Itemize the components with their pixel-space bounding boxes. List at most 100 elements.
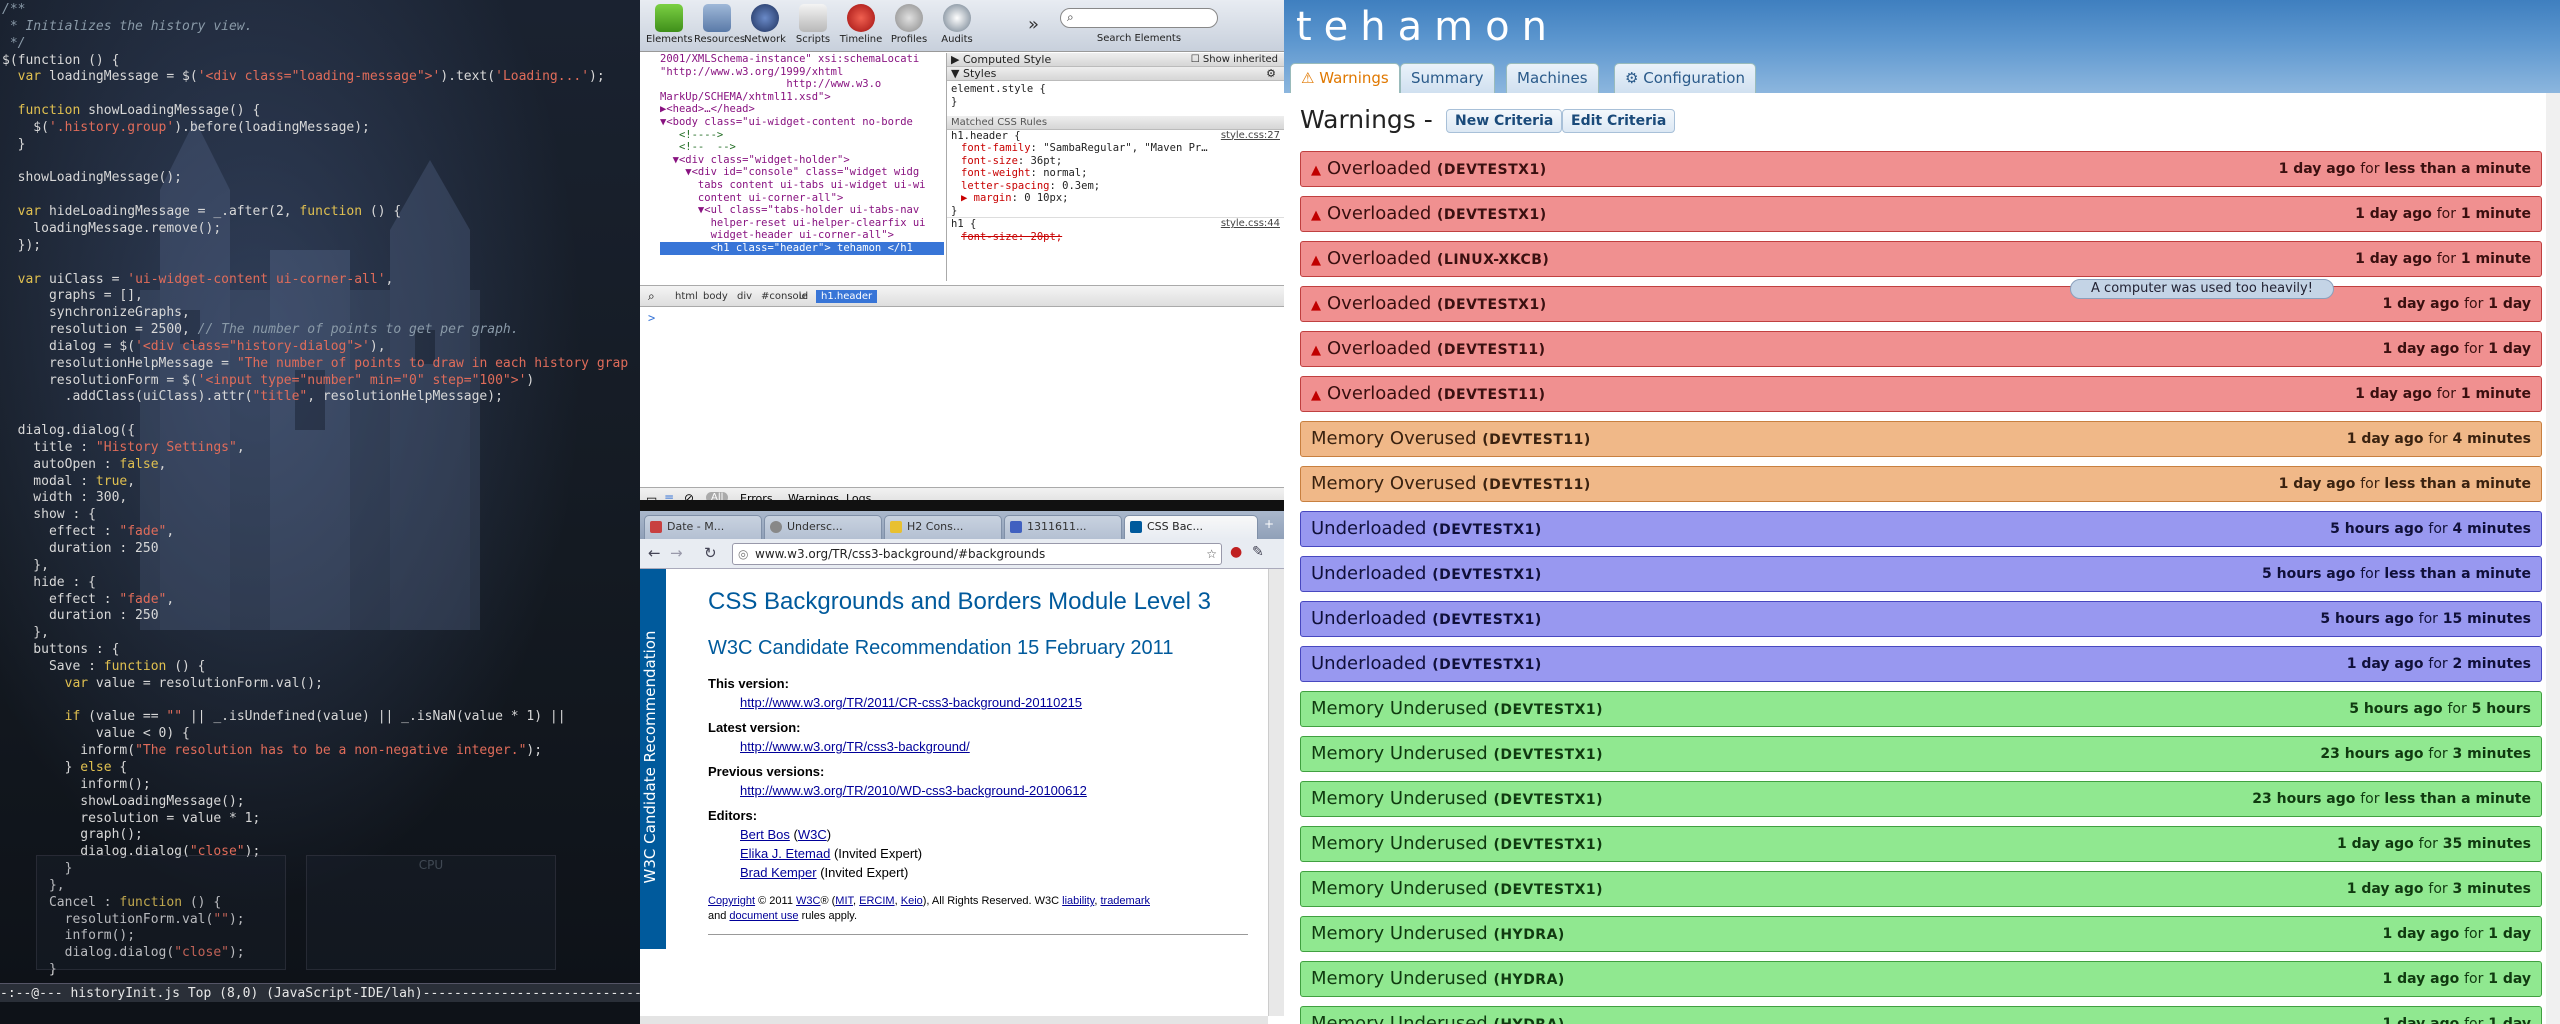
warning-row[interactable]: ▲ Overloaded (DEVTESTX1) 1 day ago for 1 m… [1300,196,2542,232]
warning-row[interactable]: Underloaded (DEVTESTX1) 5 hours ago for 4… [1300,511,2542,547]
warning-row[interactable]: Memory Underused (HYDRA) 1 day ago for 1 … [1300,916,2542,952]
dom-node[interactable]: ▼<div class="widget-holder"> [660,154,944,167]
stylesheet-link[interactable]: style.css:44 [1221,218,1284,231]
code-line[interactable] [2,86,640,103]
code-line[interactable]: width : 300, [2,490,640,507]
filter-logs[interactable]: Logs [846,492,871,500]
warning-row[interactable]: Memory Underused (DEVTESTX1) 1 day ago fo… [1300,871,2542,907]
dom-node[interactable]: http://www.w3.o [660,78,944,91]
console-icon[interactable]: ≡ [664,491,674,500]
stylesheet-link[interactable]: style.css:27 [1221,130,1284,143]
code-line[interactable]: inform(); [2,777,640,794]
code-line[interactable]: effect : "fade", [2,524,640,541]
dom-node[interactable]: widget-header ui-corner-all"> [660,229,944,242]
code-line[interactable]: if (value == "" || _.isUndefined(value) … [2,709,640,726]
code-line[interactable]: inform("The resolution has to be a non-n… [2,743,640,760]
code-line[interactable]: }, [2,558,640,575]
rule-h1-header[interactable]: h1.header {style.css:27 [947,130,1284,143]
dom-node[interactable]: MarkUp/SCHEMA/xhtml11.xsd"> [660,91,944,104]
code-line[interactable]: $(function () { [2,53,640,70]
breadcrumb-item[interactable]: ul [794,290,813,303]
tab-machines[interactable]: Machines [1506,63,1599,93]
w3c-link[interactable]: W3C [796,895,820,907]
dom-node[interactable]: <!----> [660,129,944,142]
css-property[interactable]: font-family: "SambaRegular", "Maven Pr… [947,142,1284,155]
styles-header[interactable]: ▼ Styles ⚙ [947,67,1284,81]
show-inherited-checkbox[interactable]: ☐ Show inherited [1191,53,1284,67]
warning-row[interactable]: ▲ Overloaded (DEVTEST11) 1 day ago for 1 m… [1300,376,2542,412]
warning-row[interactable]: Memory Underused (DEVTESTX1) 1 day ago fo… [1300,826,2542,862]
tab-configuration[interactable]: ⚙ Configuration [1614,63,1756,93]
code-line[interactable] [2,187,640,204]
warning-row[interactable]: ▲ Overloaded (DEVTESTX1) 1 day ago for 1 d… [1300,286,2542,322]
code-line[interactable]: function showLoadingMessage() { [2,103,640,120]
resources-tab[interactable]: Resources [694,2,745,50]
console-panel[interactable]: > [640,307,1284,485]
code-line[interactable]: dialog = $('<div class="history-dialog">… [2,339,640,356]
reload-button[interactable]: ↻ [704,544,717,562]
gear-icon[interactable]: ⚙ [1266,67,1284,81]
code-line[interactable]: var loadingMessage = $('<div class="load… [2,69,640,86]
code-line[interactable]: } [2,137,640,154]
computed-style-header[interactable]: ▶ Computed Style ☐ Show inherited [947,53,1284,67]
code-line[interactable]: duration : 250 [2,541,640,558]
trademark-link[interactable]: trademark [1100,895,1150,907]
warning-row[interactable]: Memory Underused (HYDRA) 1 day ago for 1 … [1300,961,2542,997]
liability-link[interactable]: liability [1062,895,1094,907]
keio-link[interactable]: Keio [901,895,923,907]
overflow-chevron-icon[interactable]: » [1028,14,1039,35]
latest-version-link[interactable]: http://www.w3.org/TR/css3-background/ [740,739,970,754]
tab-summary[interactable]: Summary [1400,63,1495,93]
browser-tab-active[interactable]: CSS Bac... [1124,515,1258,539]
code-line[interactable]: var uiClass = 'ui-widget-content ui-corn… [2,272,640,289]
code-line[interactable] [2,406,640,423]
tab-warnings[interactable]: ⚠ Warnings [1290,63,1400,93]
code-line[interactable]: resolution = value * 1; [2,811,640,828]
search-elements-input[interactable]: ⌕ [1060,8,1218,28]
css-property[interactable]: font-size: 36pt; [947,155,1284,168]
editor-link[interactable]: Elika J. Etemad [740,846,830,861]
warning-row[interactable]: Underloaded (DEVTESTX1) 5 hours ago for 1… [1300,601,2542,637]
warning-row[interactable]: Memory Underused (DEVTESTX1) 23 hours ago… [1300,736,2542,772]
editor-link[interactable]: Brad Kemper [740,865,817,880]
filter-errors[interactable]: Errors [740,492,773,500]
warning-row[interactable]: Memory Overused (DEVTEST11) 1 day ago for… [1300,466,2542,502]
browser-tab[interactable]: Date - M... [644,515,762,539]
dom-node[interactable]: tabs content ui-tabs ui-widget ui-wi [660,179,944,192]
code-line[interactable]: resolution = 2500, // The number of poin… [2,322,640,339]
warning-row[interactable]: Underloaded (DEVTESTX1) 5 hours ago for l… [1300,556,2542,592]
warning-row[interactable]: Memory Underused (HYDRA) 1 day ago for 1 … [1300,1006,2542,1024]
dom-node[interactable]: <!-- --> [660,141,944,154]
breadcrumb-item[interactable]: body [698,290,733,303]
code-line[interactable]: $('.history.group').before(loadingMessag… [2,120,640,137]
breadcrumb-item[interactable]: div [732,290,757,303]
dom-node[interactable]: ▶<head>…</head> [660,103,944,116]
editor-link[interactable]: Bert Bos [740,827,790,842]
code-line[interactable]: dialog.dialog({ [2,423,640,440]
new-tab-button[interactable]: + [1264,517,1274,531]
code-line[interactable]: */ [2,36,640,53]
search-icon[interactable]: ⌕ [648,289,655,304]
code-line[interactable]: showLoadingMessage(); [2,794,640,811]
code-line[interactable]: var hideLoadingMessage = _.after(2, func… [2,204,640,221]
code-line[interactable]: }); [2,238,640,255]
document-use-link[interactable]: document use [729,910,798,922]
vertical-scrollbar[interactable] [1268,569,1284,1016]
css-property[interactable]: ▶ margin: 0 10px; [947,192,1284,205]
dom-node[interactable]: ▼<div id="console" class="widget widg [660,166,944,179]
code-line[interactable]: loadingMessage.remove(); [2,221,640,238]
wrench-icon[interactable]: ✎ [1252,544,1264,560]
clear-console-icon[interactable]: ⊘ [684,491,694,500]
address-bar[interactable]: ◎ www.w3.org/TR/css3-background/#backgro… [732,543,1222,565]
browser-tab[interactable]: H2 Cons... [884,515,1002,539]
profiles-tab[interactable]: Profiles [886,2,932,50]
editor-affiliation-link[interactable]: W3C [798,827,827,842]
warning-row[interactable]: Memory Overused (DEVTEST11) 1 day ago for… [1300,421,2542,457]
browser-tab[interactable]: Undersc... [764,515,882,539]
bookmark-star-icon[interactable]: ☆ [1206,544,1217,564]
code-line[interactable]: resolutionHelpMessage = "The number of p… [2,356,640,373]
code-line[interactable]: hide : { [2,575,640,592]
warning-row[interactable]: ▲ Overloaded (LINUX-XKCB) 1 day ago for 1 … [1300,241,2542,277]
vertical-scrollbar[interactable] [2546,93,2560,1024]
dom-node[interactable]: helper-reset ui-helper-clearfix ui [660,217,944,230]
